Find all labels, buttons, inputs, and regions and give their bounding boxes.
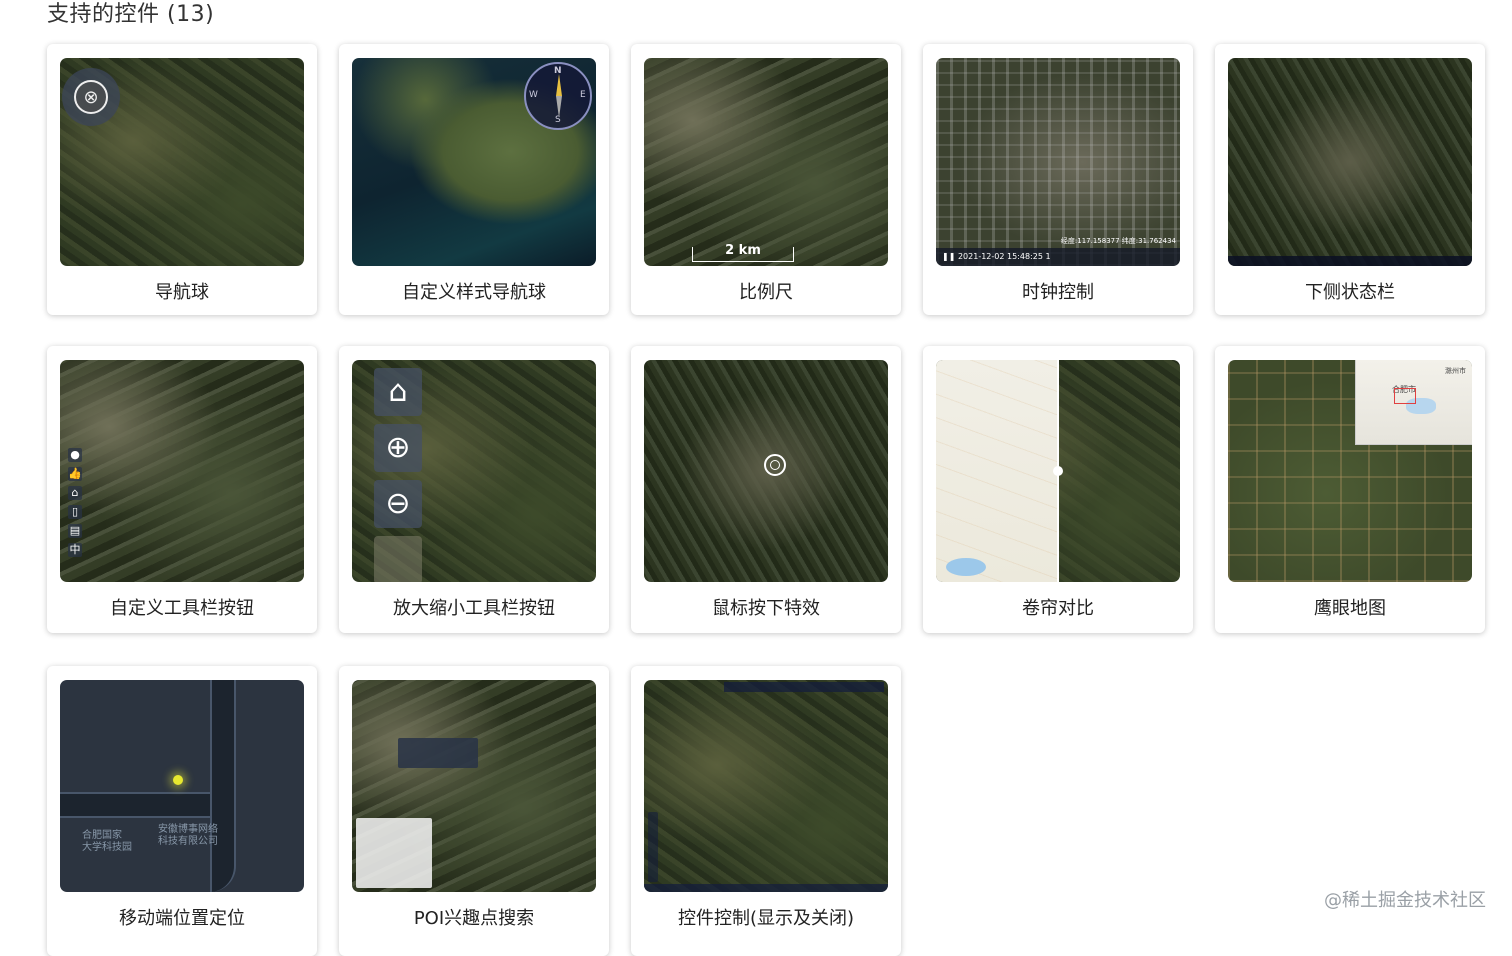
control-sidebar	[648, 812, 658, 882]
thumbnail-image: ⌂ ⊕ ⊖	[352, 360, 596, 582]
thumbnail-image	[352, 680, 596, 892]
card-clock-control[interactable]: 经度:117.158377 纬度:31.762434 ❚❚ 2021-12-02…	[923, 44, 1193, 315]
card-overview-map[interactable]: 滁州市 合肥市 鹰眼地图	[1215, 346, 1485, 633]
compass-icon: N E S W	[524, 62, 592, 130]
layer-icon	[374, 536, 422, 582]
thumbnail-image: 经度:117.158377 纬度:31.762434 ❚❚ 2021-12-02…	[936, 58, 1180, 266]
card-mouse-down-effect[interactable]: 鼠标按下特效	[631, 346, 901, 633]
home-icon: ⌂	[374, 368, 422, 416]
navigation-ball-icon: ⊗	[62, 68, 120, 126]
card-label: 时钟控制	[1022, 282, 1094, 303]
card-zoom-toolbar-button[interactable]: ⌂ ⊕ ⊖ 放大缩小工具栏按钮	[339, 346, 609, 633]
card-label: 移动端位置定位	[119, 908, 245, 929]
card-poi-search[interactable]: POI兴趣点搜索	[339, 666, 609, 956]
status-bar	[644, 884, 888, 892]
thumbnail-image: ⊗	[60, 58, 304, 266]
click-ring-inner	[770, 460, 780, 470]
card-label: POI兴趣点搜索	[413, 908, 535, 929]
poi-result-panel	[356, 818, 432, 888]
card-bottom-status-bar[interactable]: 下侧状态栏	[1215, 44, 1485, 315]
card-label: 比例尺	[739, 282, 793, 303]
location-dot-icon	[173, 775, 183, 785]
road	[60, 792, 230, 818]
road	[210, 680, 236, 892]
card-mobile-location[interactable]: 合肥国家 大学科技园 安徽博事网络 科技有限公司 移动端位置定位	[47, 666, 317, 956]
thumbnail-image	[1228, 58, 1472, 266]
card-label: 自定义工具栏按钮	[110, 598, 254, 619]
section-title: 支持的控件 (13)	[47, 2, 215, 27]
card-label: 卷帘对比	[1022, 598, 1094, 619]
card-swipe-compare[interactable]: 卷帘对比	[923, 346, 1193, 633]
card-custom-toolbar-button[interactable]: ● 👍 ⌂ ▯ ▤ 中 自定义工具栏按钮	[47, 346, 317, 633]
thumbnail-image: 滁州市 合肥市	[1228, 360, 1472, 582]
clock-bar: ❚❚ 2021-12-02 15:48:25 1	[936, 248, 1180, 266]
map-text: 安徽博事网络 科技有限公司	[158, 824, 218, 847]
card-scale-bar[interactable]: 2 km 比例尺	[631, 44, 901, 315]
card-label: 下侧状态栏	[1305, 282, 1395, 303]
thumbnail-image	[644, 360, 888, 582]
swipe-handle	[1053, 466, 1063, 476]
coordinate-readout: 经度:117.158377 纬度:31.762434	[1060, 237, 1176, 245]
thumbnail-image	[936, 360, 1180, 582]
thumbnail-image: N E S W	[352, 58, 596, 266]
book-icon: ▯	[68, 505, 82, 519]
card-label: 鼠标按下特效	[712, 598, 820, 619]
control-toolbar	[724, 682, 884, 692]
globe-icon: ●	[68, 448, 82, 462]
zoom-in-icon: ⊕	[374, 424, 422, 472]
home-icon: ⌂	[68, 486, 82, 500]
card-navigation-ball[interactable]: ⊗ 导航球	[47, 44, 317, 315]
poi-popup	[398, 738, 478, 768]
zoom-out-icon: ⊖	[374, 480, 422, 528]
thumbnail-image	[644, 680, 888, 892]
map-text: 合肥国家 大学科技园	[82, 830, 132, 853]
card-custom-navigation-ball[interactable]: N E S W 自定义样式导航球	[339, 44, 609, 315]
thumbnail-image: 合肥国家 大学科技园 安徽博事网络 科技有限公司	[60, 680, 304, 892]
layer-icon: ▤	[68, 524, 82, 538]
card-label: 放大缩小工具栏按钮	[393, 598, 555, 619]
card-label: 控件控制(显示及关闭)	[677, 908, 855, 929]
watermark: @稀土掘金技术社区	[1324, 890, 1486, 911]
card-label: 鹰眼地图	[1314, 598, 1386, 619]
water-area	[946, 558, 986, 576]
card-label: 自定义样式导航球	[402, 282, 546, 303]
card-label: 导航球	[155, 282, 209, 303]
card-control-visibility[interactable]: 控件控制(显示及关闭)	[631, 666, 901, 956]
status-bar	[1228, 256, 1472, 266]
vector-map-half	[936, 360, 1058, 582]
zoom-toolbar: ⌂ ⊕ ⊖	[374, 368, 424, 582]
thumbnail-image: ● 👍 ⌂ ▯ ▤ 中	[60, 360, 304, 582]
chinese-icon: 中	[68, 543, 82, 557]
thumbnail-image: 2 km	[644, 58, 888, 266]
toolbar: ● 👍 ⌂ ▯ ▤ 中	[66, 448, 84, 557]
thumb-up-icon: 👍	[68, 467, 82, 481]
scale-bar: 2 km	[692, 244, 794, 262]
overview-map: 滁州市 合肥市	[1355, 360, 1472, 445]
